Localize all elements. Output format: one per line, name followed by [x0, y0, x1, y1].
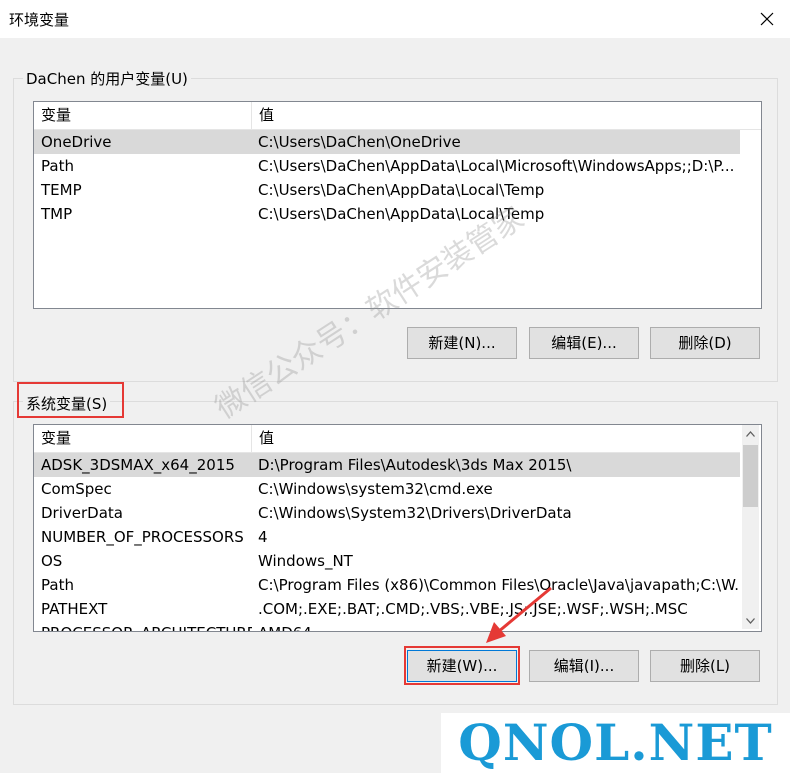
system-variable-row[interactable]: ComSpec C:\Windows\system32\cmd.exe [34, 477, 740, 501]
system-edit-button[interactable]: 编辑(I)... [529, 650, 639, 682]
user-variable-row[interactable]: TEMP C:\Users\DaChen\AppData\Local\Temp [34, 178, 740, 202]
user-variable-row[interactable]: OneDrive C:\Users\DaChen\OneDrive [34, 130, 740, 154]
user-variable-row[interactable]: TMP C:\Users\DaChen\AppData\Local\Temp [34, 202, 740, 226]
user-variables-list[interactable]: 变量 值 OneDrive C:\Users\DaChen\OneDrive P… [33, 101, 762, 309]
variable-name: ADSK_3DSMAX_x64_2015 [41, 456, 235, 474]
variable-name: Path [41, 576, 74, 594]
scroll-up-button[interactable] [742, 425, 759, 442]
close-button[interactable] [744, 0, 790, 38]
variable-name: DriverData [41, 504, 123, 522]
variable-name: PROCESSOR_ARCHITECTURE [34, 621, 252, 631]
system-delete-button[interactable]: 删除(L) [650, 650, 760, 682]
system-variable-row[interactable]: Path C:\Program Files (x86)\Common Files… [34, 573, 740, 597]
title-bar: 环境变量 [0, 0, 790, 38]
variable-value: AMD64 [251, 621, 740, 631]
variable-value: C:\Windows\System32\Drivers\DriverData [258, 504, 572, 522]
system-variables-label: 系统变量(S) [23, 393, 111, 414]
column-header-value[interactable]: 值 [252, 102, 742, 129]
column-header-variable[interactable]: 变量 [34, 425, 252, 452]
variable-value: 4 [258, 528, 268, 546]
system-new-button[interactable]: 新建(W)... [407, 650, 517, 682]
window-title: 环境变量 [9, 11, 70, 29]
variable-value: C:\Users\DaChen\AppData\Local\Microsoft\… [258, 157, 735, 175]
user-new-button[interactable]: 新建(N)... [407, 327, 517, 359]
system-variable-row[interactable]: ADSK_3DSMAX_x64_2015 D:\Program Files\Au… [34, 453, 740, 477]
variable-value: .COM;.EXE;.BAT;.CMD;.VBS;.VBE;.JS;.JSE;.… [258, 600, 688, 618]
close-icon [760, 12, 774, 26]
user-edit-button[interactable]: 编辑(E)... [529, 327, 639, 359]
column-header-variable[interactable]: 变量 [34, 102, 252, 129]
system-variable-row[interactable]: NUMBER_OF_PROCESSORS 4 [34, 525, 740, 549]
variable-name: NUMBER_OF_PROCESSORS [41, 528, 244, 546]
variable-value: C:\Program Files (x86)\Common Files\Orac… [258, 576, 740, 594]
user-variable-row[interactable]: Path C:\Users\DaChen\AppData\Local\Micro… [34, 154, 740, 178]
brand-logo: QNOL.NET [441, 713, 790, 773]
variable-value: C:\Users\DaChen\OneDrive [258, 133, 461, 151]
column-header-value[interactable]: 值 [252, 425, 740, 452]
system-list-header: 变量 值 [34, 425, 740, 453]
system-variables-list[interactable]: 变量 值 ADSK_3DSMAX_x64_2015 D:\Program Fil… [33, 424, 762, 632]
variable-name: TMP [41, 205, 73, 223]
brand-text: QNOL.NET [458, 713, 773, 772]
variable-value: D:\Program Files\Autodesk\3ds Max 2015\ [258, 456, 572, 474]
system-list-scrollbar[interactable] [742, 425, 759, 629]
user-list-header: 变量 值 [34, 102, 761, 130]
scroll-thumb[interactable] [743, 445, 758, 507]
variable-name: ComSpec [41, 480, 112, 498]
chevron-down-icon [746, 617, 755, 624]
scroll-down-button[interactable] [742, 612, 759, 629]
user-delete-button[interactable]: 删除(D) [650, 327, 760, 359]
variable-value: Windows_NT [258, 552, 353, 570]
variable-name: OneDrive [41, 133, 112, 151]
variable-name: TEMP [41, 181, 82, 199]
system-variable-row[interactable]: PATHEXT .COM;.EXE;.BAT;.CMD;.VBS;.VBE;.J… [34, 597, 740, 621]
variable-name: PATHEXT [41, 600, 108, 618]
user-variables-label: DaChen 的用户变量(U) [23, 68, 191, 89]
system-variable-row[interactable]: PROCESSOR_ARCHITECTURE AMD64 [34, 621, 740, 631]
variable-name: Path [41, 157, 74, 175]
variable-name: OS [41, 552, 63, 570]
system-variable-row[interactable]: DriverData C:\Windows\System32\Drivers\D… [34, 501, 740, 525]
variable-value: C:\Users\DaChen\AppData\Local\Temp [258, 181, 545, 199]
variable-value: C:\Users\DaChen\AppData\Local\Temp [258, 205, 545, 223]
system-variable-row[interactable]: OS Windows_NT [34, 549, 740, 573]
variable-value: C:\Windows\system32\cmd.exe [258, 480, 493, 498]
chevron-up-icon [746, 430, 755, 437]
